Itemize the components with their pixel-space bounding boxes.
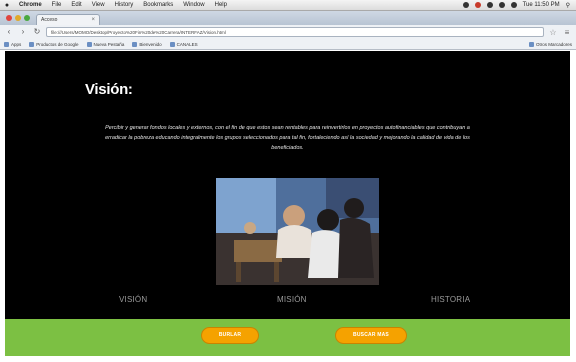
menu-history[interactable]: History	[110, 2, 139, 8]
bookmark-channels[interactable]: CANALES	[169, 41, 198, 47]
nav-mision-link[interactable]: MISIÓN	[277, 295, 307, 304]
menubar-clock[interactable]: Tue 11:50 PM	[523, 2, 560, 8]
classroom-photo-image	[216, 178, 379, 285]
back-arrow-icon[interactable]: ‹	[4, 27, 14, 37]
bookmark-apps[interactable]: Apps	[4, 41, 21, 47]
section-nav: VISIÓN MISIÓN HISTORIA	[5, 295, 570, 309]
zoom-window-icon[interactable]	[24, 15, 30, 21]
menu-chrome[interactable]: Chrome	[14, 2, 47, 8]
browser-tab[interactable]: Acceso ×	[36, 14, 100, 25]
battery-icon[interactable]	[510, 2, 517, 8]
nav-vision-link[interactable]: VISIÓN	[119, 295, 147, 304]
menu-bookmarks[interactable]: Bookmarks	[138, 2, 178, 8]
tray-app-icon[interactable]	[462, 2, 469, 8]
menu-window[interactable]: Window	[178, 2, 209, 8]
close-window-icon[interactable]	[6, 15, 12, 21]
nav-historia-link[interactable]: HISTORIA	[431, 295, 470, 304]
buscar-mas-button[interactable]: BUSCAR MAS	[335, 327, 407, 344]
address-bar[interactable]: file:///Users/MOMO/Desktop/Proyecto%20Fi…	[46, 27, 544, 37]
menu-file[interactable]: File	[47, 2, 67, 8]
apps-icon	[4, 41, 9, 47]
bookmark-new-tab[interactable]: Nueva Pestaña	[86, 41, 124, 47]
bookmarks-bar: Apps Productos de Google Nueva Pestaña B…	[0, 39, 576, 50]
tab-strip: Acceso ×	[0, 11, 576, 25]
page-footer: BURLAR BUSCAR MAS	[5, 319, 570, 356]
page-viewport: Visión: Percibir y generar fondos locale…	[5, 51, 570, 356]
bookmark-favicon	[29, 41, 35, 47]
reload-icon[interactable]: ↻	[32, 27, 42, 37]
tray-status-icon[interactable]	[474, 2, 481, 8]
page-title: Visión:	[85, 81, 133, 98]
bookmark-star-icon[interactable]: ☆	[548, 28, 558, 37]
wifi-icon[interactable]	[486, 2, 493, 8]
folder-icon	[528, 41, 534, 47]
menu-wrench-icon[interactable]: ≡	[562, 28, 572, 37]
apple-icon[interactable]: ●	[0, 2, 14, 9]
menu-help[interactable]: Help	[210, 2, 232, 8]
browser-toolbar: ‹ › ↻ file:///Users/MOMO/Desktop/Proyect…	[0, 25, 576, 39]
menubar: ● Chrome File Edit View History Bookmark…	[0, 0, 576, 11]
bookmark-favicon	[132, 41, 138, 47]
menu-edit[interactable]: Edit	[66, 2, 86, 8]
bookmark-favicon	[86, 41, 92, 47]
forward-arrow-icon[interactable]: ›	[18, 27, 28, 37]
bookmark-other[interactable]: Otros Marcadores	[528, 41, 572, 47]
vision-statement: Percibir y generar fondos locales y exte…	[105, 125, 470, 151]
volume-icon[interactable]	[498, 2, 505, 8]
minimize-window-icon[interactable]	[15, 15, 21, 21]
bookmark-favicon	[169, 41, 175, 47]
close-tab-icon[interactable]: ×	[91, 17, 95, 23]
menu-view[interactable]: View	[87, 2, 110, 8]
spotlight-icon[interactable]: ⚲	[566, 2, 570, 9]
burlar-button[interactable]: BURLAR	[201, 327, 259, 344]
tab-title: Acceso	[41, 17, 58, 23]
bookmark-google-products[interactable]: Productos de Google	[29, 41, 79, 47]
menubar-tray: Tue 11:50 PM ⚲	[462, 2, 576, 9]
window-controls	[0, 15, 36, 25]
bookmark-welcome[interactable]: Bienvenido	[132, 41, 162, 47]
vision-photo	[216, 178, 379, 285]
